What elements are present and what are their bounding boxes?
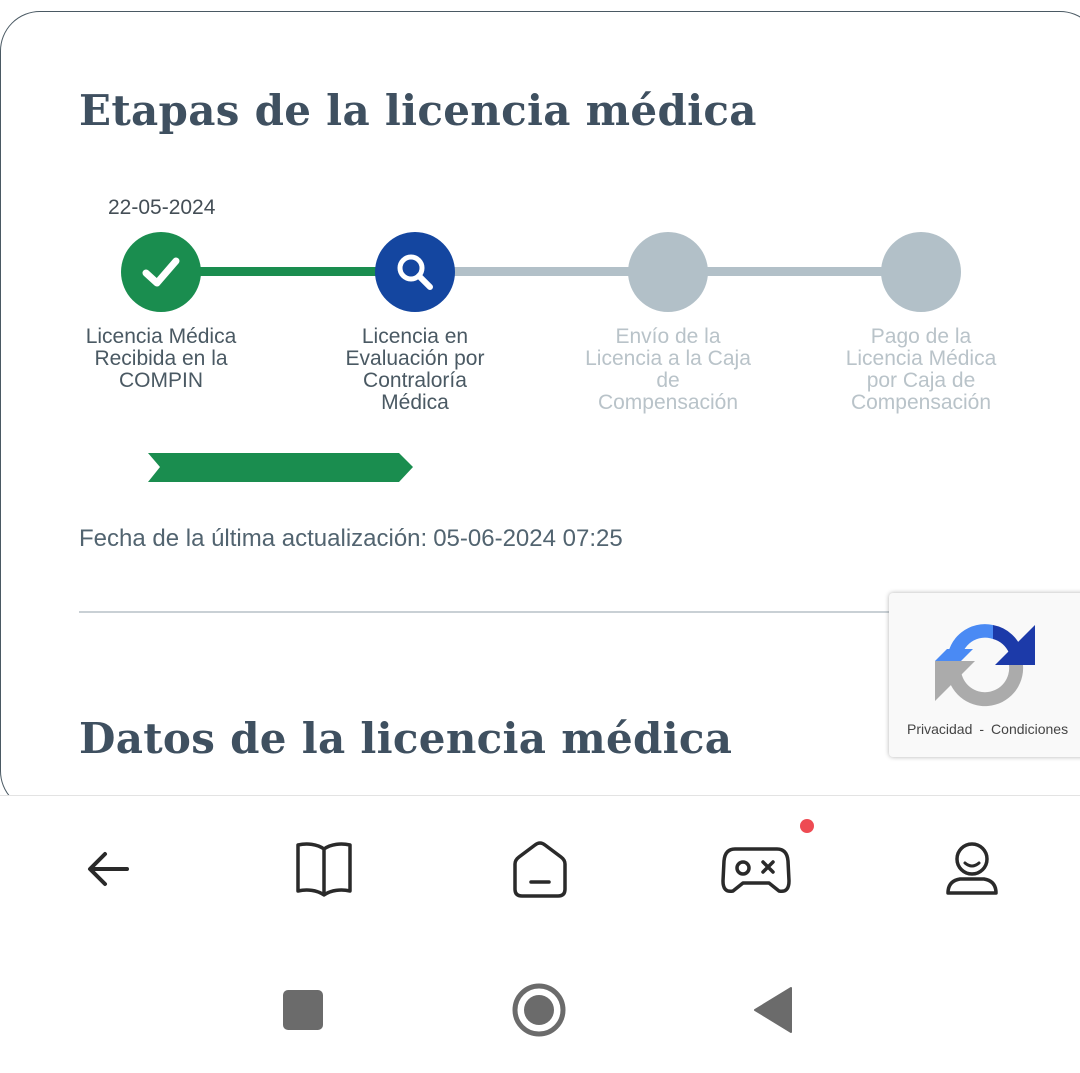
search-icon [397, 254, 433, 290]
link-separator: - [979, 721, 985, 737]
book-icon [296, 842, 352, 897]
step-2-circle [375, 232, 455, 312]
system-home-button[interactable] [509, 980, 569, 1040]
games-notification-dot [800, 819, 814, 833]
home-icon [513, 841, 567, 898]
step-3-label: Envío de la Licencia a la Caja de Compen… [585, 325, 751, 414]
nav-back-button[interactable] [73, 834, 143, 904]
nav-home-button[interactable] [505, 834, 575, 904]
nav-games-button[interactable] [721, 834, 791, 904]
step-3-circle [628, 232, 708, 312]
gamepad-icon [721, 847, 791, 894]
data-section-title: Datos de la licencia médica [79, 714, 733, 763]
recaptcha-links: Privacidad - Condiciones [907, 721, 1068, 737]
step-4-label: Pago de la Licencia Médica por Caja de C… [845, 325, 997, 414]
back-triangle-icon [754, 987, 792, 1033]
system-nav-bar [0, 940, 1080, 1073]
recents-square-icon [283, 990, 323, 1030]
step-1-date: 22-05-2024 [108, 196, 216, 219]
nav-profile-button[interactable] [937, 834, 1007, 904]
system-back-button[interactable] [743, 980, 803, 1040]
step-2-label: Licencia en Evaluación por Contraloría M… [345, 325, 485, 414]
last-update-value: 05-06-2024 07:25 [433, 525, 623, 552]
recents-button[interactable] [273, 980, 333, 1040]
nav-book-button[interactable] [289, 834, 359, 904]
back-arrow-icon [88, 852, 129, 886]
progress-chevron-bar [148, 453, 413, 482]
bottom-nav-bar [0, 795, 1080, 941]
recaptcha-logo-icon [935, 624, 1035, 707]
step-4-circle [881, 232, 961, 312]
home-circle-icon [512, 983, 566, 1037]
step-1-label: Licencia Médica Recibida en la COMPIN [85, 325, 237, 392]
last-update-text: Fecha de la última actualización: 05-06-2… [79, 525, 623, 553]
privacy-link[interactable]: Privacidad [907, 721, 972, 737]
stages-title: Etapas de la licencia médica [79, 86, 757, 135]
terms-link[interactable]: Condiciones [991, 721, 1068, 737]
last-update-label: Fecha de la última actualización: [79, 525, 428, 552]
check-icon [142, 257, 180, 287]
step-1-circle [121, 232, 201, 312]
profile-icon [946, 842, 998, 895]
section-divider [79, 611, 899, 613]
recaptcha-badge[interactable]: Privacidad - Condiciones [889, 593, 1080, 757]
